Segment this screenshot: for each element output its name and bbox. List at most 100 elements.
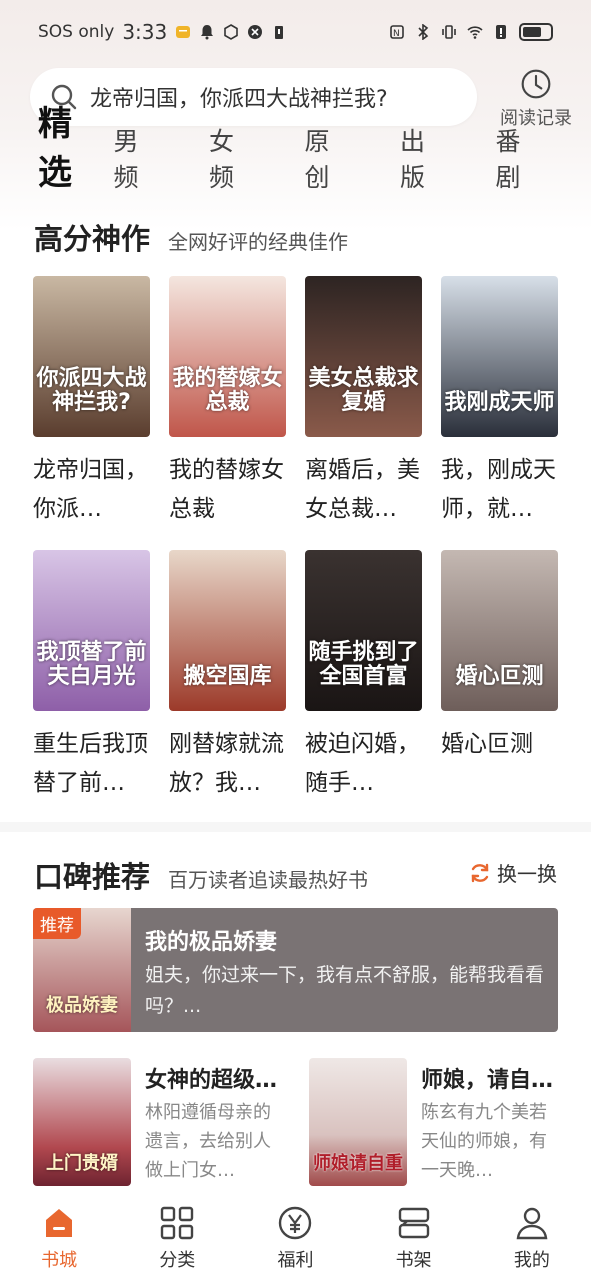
battery-alert-icon [275,26,284,39]
nav-label: 福利 [277,1250,314,1271]
nav-label: 书城 [41,1250,78,1271]
tab-featured[interactable]: 精选 [38,96,84,194]
cube-icon [224,24,239,40]
book-item[interactable]: 我顶替了前夫白月光重生后我顶替了前… [33,550,150,803]
book-item[interactable]: 随手挑到了全国首富被迫闪婚，随手… [305,550,422,803]
nav-welfare[interactable]: 福利 [245,1204,345,1272]
search-placeholder: 龙帝归国，你派四大战神拦我? [90,87,388,112]
search-input[interactable]: 龙帝归国，你派四大战神拦我? [30,68,477,126]
cover-title-art: 上门贵婿 [46,1153,118,1175]
book-item[interactable]: 我的替嫁女总裁 我的替嫁女总裁 [169,276,286,529]
bluetooth-icon [418,24,429,40]
cover-title-art: 你派四大战神拦我? [36,365,147,415]
book-title: 刚替嫁就流放？我… [169,731,284,796]
tab-published[interactable]: 出版 [400,122,434,194]
category-tabs: 精选 男频 女频 原创 出版 番剧 [38,104,591,194]
bookshelf-icon [398,1207,429,1239]
status-right: N [389,23,553,41]
refresh-button[interactable]: 换一换 [469,858,557,887]
nav-profile[interactable]: 我的 [482,1204,582,1272]
featured-book-description: 姐夫，你过来一下，我有点不舒服，能帮我看看吗？... [145,964,545,1017]
wifi-icon [467,26,483,39]
cover-title-art: 师娘请自重 [313,1153,403,1175]
book-cover: 婚心叵测 [441,550,558,711]
home-icon [46,1209,73,1237]
nav-bookshelf[interactable]: 书架 [364,1204,464,1272]
book-title: 重生后我顶替了前… [33,731,148,796]
battery-icon [519,23,553,41]
book-cover: 搬空国库 [169,550,286,711]
tab-male[interactable]: 男频 [114,122,148,194]
section-subtitle: 全网好评的经典佳作 [168,230,349,254]
cover-title-art: 婚心叵测 [455,663,544,689]
vibrate-icon [442,25,456,39]
nav-label: 书架 [395,1250,432,1271]
tab-drama[interactable]: 番剧 [496,122,530,194]
book-cover: 我的替嫁女总裁 [169,276,286,437]
cover-title-art: 我的替嫁女总裁 [172,365,283,415]
cover-title-art: 搬空国库 [183,663,272,689]
book-item[interactable]: 你派四大战神拦我? 龙帝归国，你派… [33,276,150,529]
user-icon [516,1207,548,1240]
book-cover: 随手挑到了全国首富 [305,550,422,711]
book-title: 我的替嫁女总裁 [169,457,284,522]
grid-icon [161,1206,194,1240]
notification-app-icon [176,26,191,38]
status-bar: SOS only 3:33 N [0,0,591,64]
book-description: 陈玄有九个美若天仙的师娘，有一天晚… [421,1102,547,1181]
book-grid: 你派四大战神拦我? 龙帝归国，你派… 我的替嫁女总裁 我的替嫁女总裁 美女总裁求复婚 离婚… [33,276,558,816]
svg-text:N: N [393,29,400,39]
alert-icon [496,25,506,39]
book-title: 我，刚成天师，就… [441,457,556,522]
book-title: 女神的超级… [145,1068,278,1093]
book-cover: 师娘请自重 [309,1058,407,1186]
book-item[interactable]: 婚心叵测 婚心叵测 [441,550,558,803]
book-title: 婚心叵测 [441,731,533,757]
tab-original[interactable]: 原创 [305,122,339,194]
book-item[interactable]: 搬空国库刚替嫁就流放？我… [169,550,286,803]
section-subtitle: 百万读者追读最热好书 [168,868,369,892]
recommend-book-item[interactable]: 上门贵婿 女神的超级… 林阳遵循母亲的遗言，去给别人做上门女… [33,1058,283,1186]
block-icon [248,25,263,39]
recommend-badge: 推荐 [33,908,81,939]
tab-female[interactable]: 女频 [209,122,243,194]
yen-coin-icon [279,1206,312,1240]
clock-icon [521,69,551,99]
refresh-label: 换一换 [497,862,557,886]
book-title: 被迫闪婚，随手… [305,731,420,796]
nav-category[interactable]: 分类 [127,1204,227,1272]
featured-book-card[interactable]: 极品娇妻 推荐 我的极品娇妻 姐夫，你过来一下，我有点不舒服，能帮我看看吗？..… [33,908,558,1032]
book-title: 离婚后，美女总裁… [305,457,420,522]
search-row: 龙帝归国，你派四大战神拦我? 阅读记录 [30,66,572,130]
section-recommend-header: 口碑推荐 百万读者追读最热好书 [34,854,368,896]
book-cover: 我刚成天师 [441,276,558,437]
section-high-score-header: 高分神作 全网好评的经典佳作 [34,216,348,258]
nav-label: 分类 [159,1250,196,1271]
book-cover: 你派四大战神拦我? [33,276,150,437]
nav-bookstore[interactable]: 书城 [9,1204,109,1272]
book-item[interactable]: 美女总裁求复婚离婚后，美女总裁… [305,276,422,529]
cover-title-art: 我顶替了前夫白月光 [36,639,147,689]
book-cover: 美女总裁求复婚 [305,276,422,437]
book-title: 师娘，请自… [421,1068,554,1093]
cover-title-art: 随手挑到了全国首富 [308,639,419,689]
book-title: 龙帝归国，你派… [33,457,148,522]
cover-title-art: 我刚成天师 [444,389,555,415]
section-title: 高分神作 [34,222,151,256]
cover-title-art: 美女总裁求复婚 [308,365,419,415]
bell-icon [201,25,214,40]
book-description: 林阳遵循母亲的遗言，去给别人做上门女… [145,1102,271,1181]
clock-text: 3:33 [122,20,168,44]
featured-book-title: 我的极品娇妻 [145,930,278,955]
recommend-book-item[interactable]: 师娘请自重 师娘，请自… 陈玄有九个美若天仙的师娘，有一天晚… [309,1058,559,1186]
book-cover: 我顶替了前夫白月光 [33,550,150,711]
cover-title-art: 极品娇妻 [46,995,118,1017]
section-title: 口碑推荐 [34,860,151,894]
carrier-text: SOS only [38,22,115,42]
bottom-navigation: 书城 分类 福利 书架 我的 [0,1196,591,1280]
book-item[interactable]: 我刚成天师我，刚成天师，就… [441,276,558,529]
section-divider [0,822,591,832]
nav-label: 我的 [513,1250,550,1271]
book-cover: 上门贵婿 [33,1058,131,1186]
reading-history-button[interactable]: 阅读记录 [494,66,578,130]
